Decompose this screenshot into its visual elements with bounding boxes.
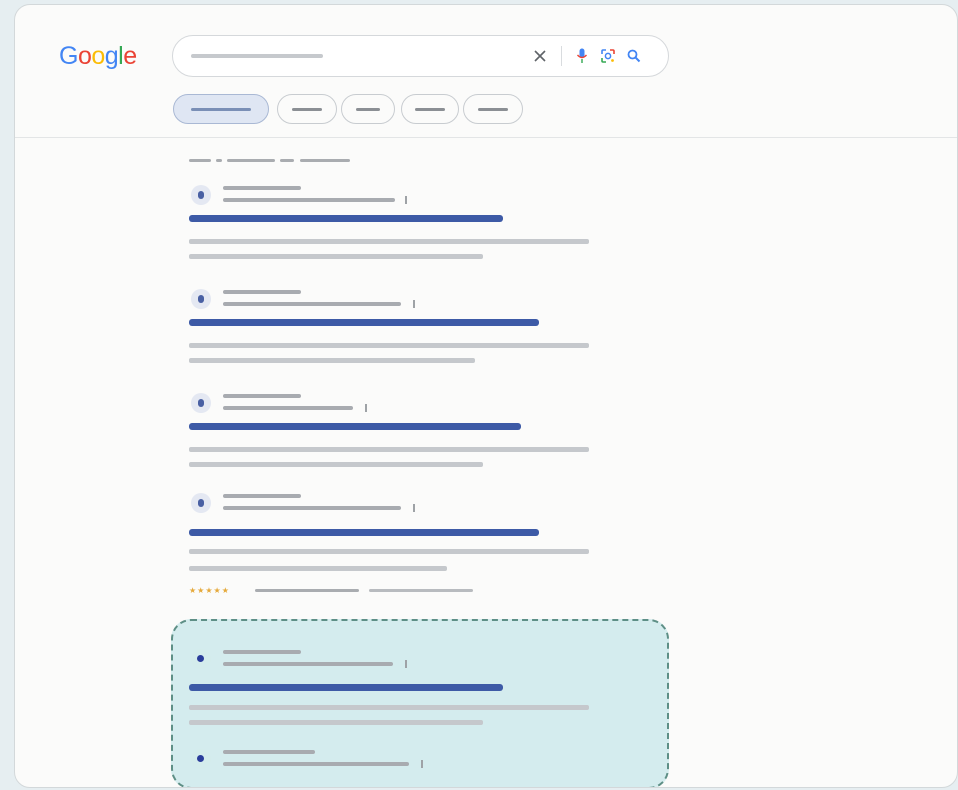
chip-videos[interactable] [401,94,459,124]
more-options-icon[interactable] [405,196,407,204]
result-snippet [189,254,483,259]
chip-all[interactable] [173,94,269,124]
search-header: Google [15,5,957,138]
site-name[interactable] [223,494,301,498]
chip-label-bar [191,108,251,111]
more-options-icon[interactable] [413,300,415,308]
chip-label-bar [292,108,322,111]
more-options-icon[interactable] [413,504,415,512]
result-title-link[interactable] [189,215,503,222]
site-url[interactable] [223,762,409,766]
chip-label-bar [478,108,508,111]
result-title-link[interactable] [189,529,539,536]
more-options-icon[interactable] [365,404,367,412]
search-icon[interactable] [623,45,645,67]
result-snippet [189,705,589,710]
google-logo[interactable]: Google [59,41,137,71]
site-url[interactable] [223,506,401,510]
site-favicon-icon [191,393,211,413]
site-url[interactable] [223,406,353,410]
stats-bar [216,158,223,162]
site-name[interactable] [223,394,301,398]
result-stats [189,157,350,164]
site-favicon-icon [191,289,211,309]
search-divider [561,46,562,66]
stats-bar [299,158,350,162]
chip-news[interactable] [341,94,395,124]
result-snippet [189,239,589,244]
site-favicon-icon [191,493,211,513]
close-icon[interactable] [529,45,551,67]
site-name[interactable] [223,750,315,754]
result-snippet [189,566,447,571]
result-title-link[interactable] [189,684,503,691]
site-name[interactable] [223,290,301,294]
mic-icon[interactable] [571,45,593,67]
result-snippet [189,447,589,452]
lens-icon[interactable] [597,45,619,67]
result-snippet [189,358,475,363]
rating-stars-icon: ★★★★★ [189,586,230,595]
site-favicon-icon [191,649,211,669]
stats-bar [280,158,295,162]
result-snippet [189,462,483,467]
more-options-icon[interactable] [405,660,407,668]
rating-extra [369,589,473,592]
site-favicon-icon [191,185,211,205]
search-input[interactable] [191,54,323,58]
stats-bar [189,158,211,162]
chip-images[interactable] [277,94,337,124]
site-name[interactable] [223,186,301,190]
site-favicon-icon [191,749,211,769]
chip-more[interactable] [463,94,523,124]
site-name[interactable] [223,650,301,654]
site-url[interactable] [223,198,395,202]
result-title-link[interactable] [189,319,539,326]
rating-meta [255,589,359,592]
result-snippet [189,343,589,348]
result-snippet [189,549,589,554]
stats-bar [227,158,276,162]
site-url[interactable] [223,302,401,306]
browser-window: Google ★★★★★ [14,4,958,788]
more-options-icon[interactable] [421,760,423,768]
search-box[interactable] [172,35,669,77]
chip-label-bar [415,108,445,111]
chip-label-bar [356,108,380,111]
site-url[interactable] [223,662,393,666]
result-title-link[interactable] [189,423,521,430]
result-snippet [189,720,483,725]
